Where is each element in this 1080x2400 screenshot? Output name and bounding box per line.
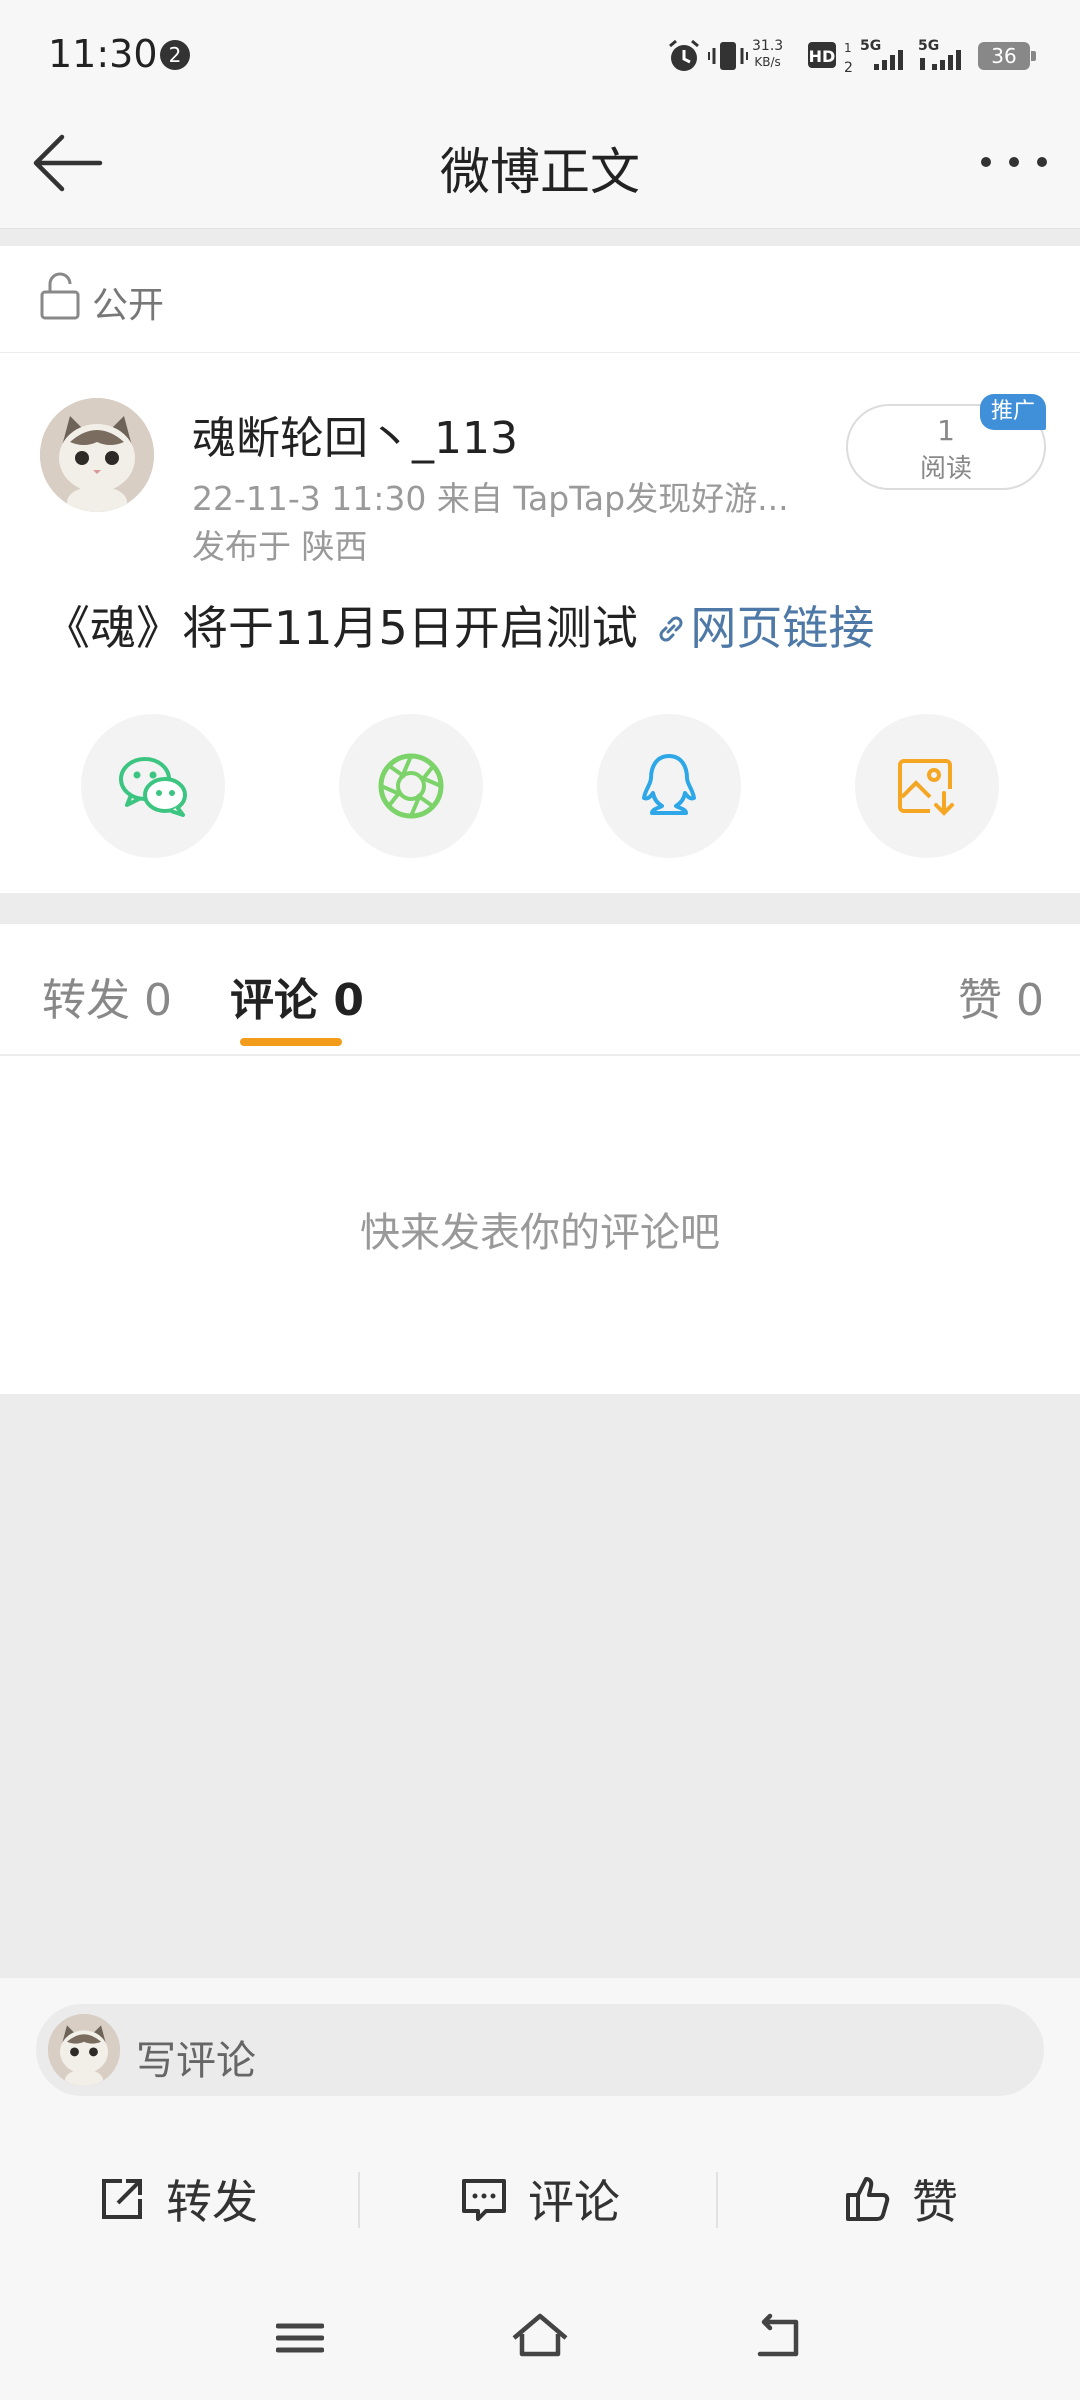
tab-reposts[interactable]: 转发 0: [42, 964, 172, 1028]
svg-text:5G: 5G: [918, 38, 939, 54]
menu-icon[interactable]: [276, 2308, 324, 2368]
svg-text:1: 1: [844, 41, 852, 55]
unlock-icon: [40, 272, 80, 320]
wechat-icon: [119, 757, 187, 817]
back-icon[interactable]: [752, 2308, 808, 2368]
status-time: 11:30: [48, 32, 158, 76]
like-button[interactable]: 赞: [842, 2166, 958, 2232]
signal-5g-sim1-icon: 5G: [860, 38, 903, 70]
cat-avatar-image: [40, 398, 154, 512]
wechat-moments-icon: [378, 753, 444, 819]
page-title: 微博正文: [440, 143, 640, 201]
repost-icon: [102, 2179, 142, 2219]
svg-text:5G: 5G: [860, 38, 881, 54]
comment-input-placeholder[interactable]: 写评论: [136, 2028, 256, 2086]
signal-5g-sim2-icon: 5G: [918, 38, 961, 70]
repost-button[interactable]: 转发: [96, 2166, 258, 2232]
comment-icon: [462, 2179, 506, 2221]
svg-text:2: 2: [844, 60, 852, 76]
link-icon: [659, 616, 683, 642]
post-location: 发布于 陕西: [192, 527, 368, 566]
share-moments-button[interactable]: [339, 714, 483, 858]
post-content: 《魂》将于11月5日开启测试 网页链接: [44, 592, 874, 658]
visibility-label: 公开: [92, 285, 165, 326]
hd-voice-icon: HD 2 1: [808, 41, 852, 76]
action-divider: [716, 2172, 718, 2228]
like-button-label: 赞: [912, 2175, 958, 2229]
post-text: 《魂》将于11月5日开启测试: [44, 601, 653, 655]
home-icon[interactable]: [510, 2308, 570, 2368]
user-avatar[interactable]: [40, 398, 154, 512]
action-divider: [358, 2172, 360, 2228]
save-image-button[interactable]: [855, 714, 999, 858]
web-link[interactable]: 网页链接: [652, 601, 874, 655]
read-count-label: 阅读: [919, 454, 972, 484]
tab-comments[interactable]: 评论 0: [230, 964, 364, 1028]
share-wechat-button[interactable]: [81, 714, 225, 858]
qq-icon: [642, 754, 696, 815]
vibrate-icon: [708, 42, 748, 70]
web-link-text[interactable]: 网页链接: [690, 601, 874, 655]
cat-avatar-image: [48, 2014, 120, 2086]
active-tab-indicator: [240, 1038, 342, 1046]
share-qq-button[interactable]: [597, 714, 741, 858]
network-speed: 31.3 KB/s: [752, 38, 783, 70]
comment-button-label: 评论: [528, 2175, 620, 2229]
network-speed-unit: KB/s: [754, 55, 781, 69]
post-meta: 22-11-3 11:30 来自 TapTap发现好游...: [192, 479, 789, 518]
comment-button[interactable]: 评论: [458, 2166, 620, 2232]
tab-likes[interactable]: 赞 0: [958, 964, 1044, 1028]
thumbs-up-icon: [846, 2177, 890, 2221]
notification-count-badge: 2: [160, 40, 190, 70]
repost-button-label: 转发: [166, 2175, 258, 2229]
promote-badge[interactable]: 推广: [980, 394, 1046, 430]
alarm-icon: [669, 39, 699, 71]
post-username[interactable]: 魂断轮回丶_113: [192, 402, 518, 466]
save-image-icon: [898, 759, 954, 816]
svg-text:HD: HD: [809, 47, 836, 66]
more-options-icon[interactable]: [978, 150, 1050, 174]
empty-comments-message: 快来发表你的评论吧: [360, 1210, 720, 1256]
my-avatar: [48, 2014, 120, 2086]
battery-tip: [1031, 51, 1036, 61]
battery-level: 36: [978, 42, 1030, 70]
network-speed-value: 31.3: [752, 38, 784, 54]
